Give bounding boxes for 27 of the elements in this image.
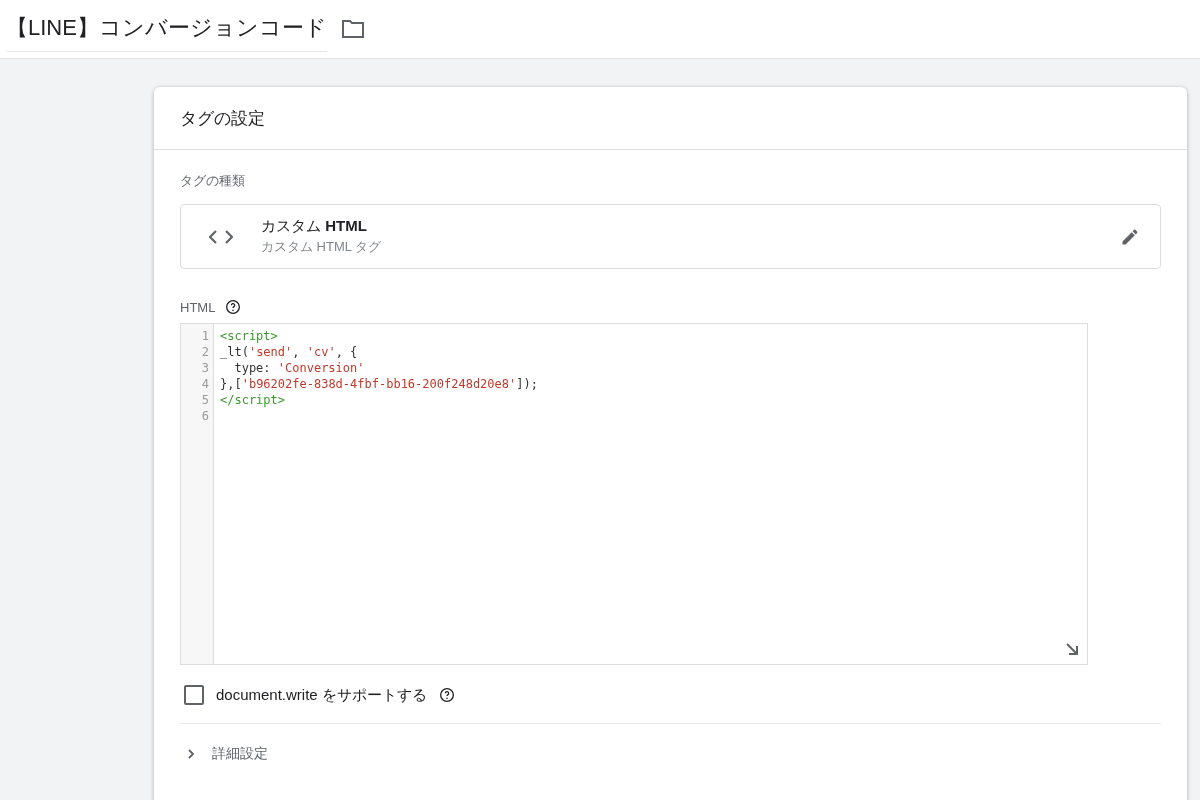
code-line: </script> [220,393,286,407]
tag-type-name: カスタム HTML [261,217,368,236]
line-number: 5 [200,392,210,408]
tag-type-label: タグの種類 [180,172,246,190]
checkbox[interactable] [184,685,204,705]
code-line: type: 'Conversion' [233,361,365,375]
code-line: <script> [220,329,278,343]
advanced-settings-toggle[interactable]: 詳細設定 [180,724,1161,784]
line-number: 2 [200,344,210,360]
code-line: _lt('send', 'cv', { [220,345,358,359]
html-label: HTML [180,299,216,315]
resize-handle-icon[interactable] [1065,642,1079,656]
code-editor[interactable]: 1 2 3 4 5 6 <script> _lt('send', 'cv', { type: 'Conversion' },['b96202fe-838d-4fbf-bb16-200f248d20e8']); </script> [180,323,1088,665]
tag-type-description: カスタム HTML タグ [261,238,383,256]
edit-icon[interactable] [1120,226,1140,247]
line-number: 3 [200,360,210,376]
line-number: 4 [200,376,210,392]
code-line: },['b96202fe-838d-4fbf-bb16-200f248d20e8']); [220,377,538,391]
checkbox-label: document.write をサポートする [216,685,427,705]
line-number: 6 [200,408,210,424]
code-icon [209,229,233,244]
help-icon[interactable] [225,299,242,315]
tag-type-card[interactable]: カスタム HTML カスタム HTML タグ [180,204,1161,269]
help-icon[interactable] [438,687,455,703]
card-title: タグの設定 [180,107,265,130]
folder-icon[interactable] [340,19,365,39]
line-number: 1 [200,328,210,344]
